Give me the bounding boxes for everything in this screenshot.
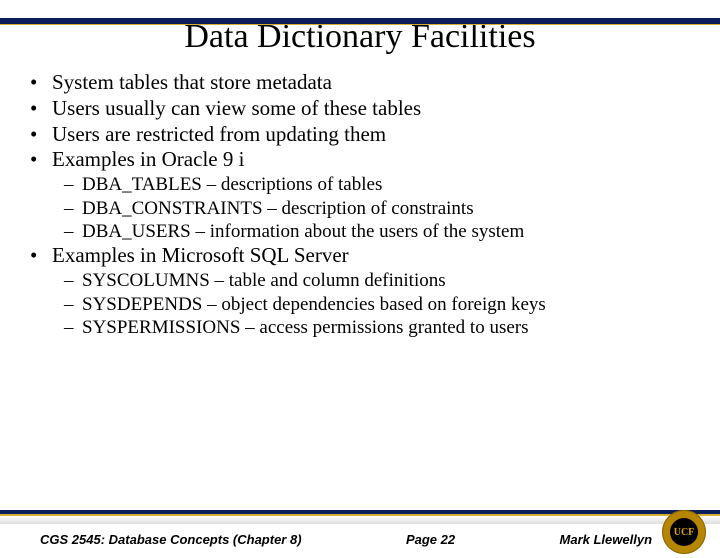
footer-page: Page 22: [406, 532, 455, 547]
ucf-logo-icon: UCF: [662, 510, 706, 554]
footer-author: Mark Llewellyn: [560, 532, 652, 547]
bullet-list: System tables that store metadata Users …: [18, 70, 690, 173]
bullet-list: Examples in Microsoft SQL Server: [18, 243, 690, 269]
footer-text: CGS 2545: Database Concepts (Chapter 8) …: [0, 526, 720, 552]
bullet-item: Examples in Oracle 9 i: [18, 147, 690, 173]
sub-bullet-item: DBA_TABLES – descriptions of tables: [18, 173, 690, 196]
footer: CGS 2545: Database Concepts (Chapter 8) …: [0, 510, 720, 558]
sub-bullet-list: DBA_TABLES – descriptions of tables DBA_…: [18, 173, 690, 243]
sub-bullet-item: DBA_USERS – information about the users …: [18, 220, 690, 243]
sub-bullet-item: DBA_CONSTRAINTS – description of constra…: [18, 197, 690, 220]
footer-divider: [0, 510, 720, 524]
sub-bullet-list: SYSCOLUMNS – table and column definition…: [18, 269, 690, 339]
logo-text: UCF: [674, 527, 695, 538]
bullet-item: Examples in Microsoft SQL Server: [18, 243, 690, 269]
sub-bullet-item: SYSCOLUMNS – table and column definition…: [18, 269, 690, 292]
bullet-item: Users usually can view some of these tab…: [18, 96, 690, 122]
sub-bullet-item: SYSDEPENDS – object dependencies based o…: [18, 293, 690, 316]
bullet-item: Users are restricted from updating them: [18, 122, 690, 148]
bullet-item: System tables that store metadata: [18, 70, 690, 96]
slide-content: System tables that store metadata Users …: [0, 70, 720, 339]
top-rule: [0, 18, 720, 25]
footer-course: CGS 2545: Database Concepts (Chapter 8): [40, 532, 302, 547]
sub-bullet-item: SYSPERMISSIONS – access permissions gran…: [18, 316, 690, 339]
